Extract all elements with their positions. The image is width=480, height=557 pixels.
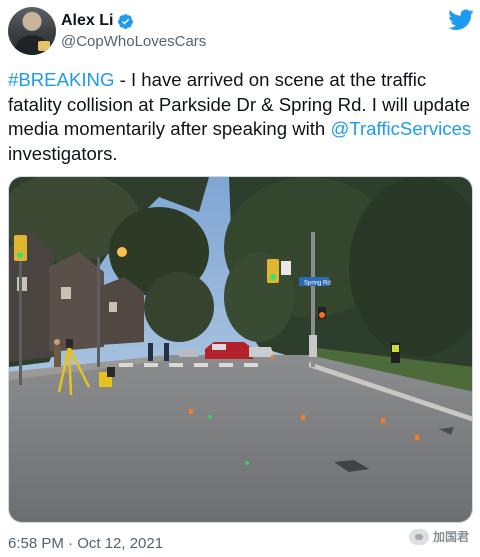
avatar-badge xyxy=(38,41,50,51)
mention-link[interactable]: @TrafficServices xyxy=(330,118,471,139)
tweet-text-part2: investigators. xyxy=(8,142,118,164)
watermark: 加国君 xyxy=(409,528,469,545)
hashtag-link[interactable]: #BREAKING xyxy=(8,69,114,90)
tweet-timestamp[interactable]: 6:58 PM · Oct 12, 2021 xyxy=(8,535,163,552)
verified-badge-icon xyxy=(118,13,134,29)
street-sign-text: Spring Rd xyxy=(304,281,331,287)
collision-scene-image: Spring Rd xyxy=(9,177,472,522)
twitter-bird-icon[interactable] xyxy=(448,9,474,31)
watermark-text: 加国君 xyxy=(433,530,470,544)
author-name-row[interactable]: Alex Li xyxy=(61,12,134,30)
tweet-text: #BREAKING - I have arrived on scene at t… xyxy=(8,68,474,166)
tweet-card: Alex Li @CopWhoLovesCars #BREAKING - I h… xyxy=(0,0,480,557)
author-handle[interactable]: @CopWhoLovesCars xyxy=(61,33,206,50)
author-avatar[interactable] xyxy=(8,7,56,55)
tweet-photo[interactable]: Spring Rd xyxy=(8,176,473,523)
wechat-icon xyxy=(409,528,429,545)
author-display-name[interactable]: Alex Li xyxy=(61,12,113,30)
